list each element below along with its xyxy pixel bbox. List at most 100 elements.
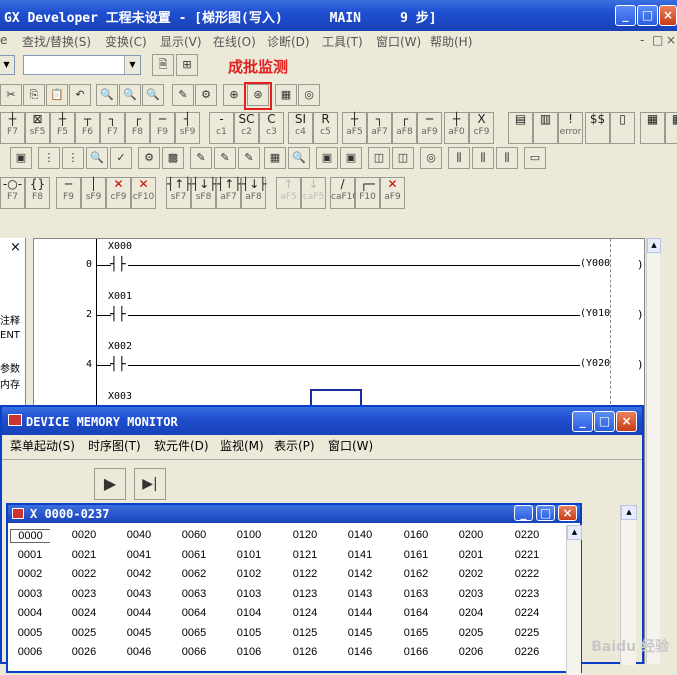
hline-button[interactable]: ─ F9 xyxy=(56,177,81,209)
device-cell[interactable]: 0106 xyxy=(229,646,269,658)
device-cell[interactable]: 0226 xyxy=(507,646,547,658)
device-cell[interactable]: 0060 xyxy=(174,529,214,541)
find-device-icon[interactable]: 🔍 xyxy=(96,84,118,106)
fkey-button[interactable]: ┬ F6 xyxy=(75,112,100,144)
device-cell[interactable]: 0126 xyxy=(285,646,325,658)
menu-display[interactable]: 表示(P) xyxy=(274,437,315,454)
menu-start[interactable]: 菜单起动(S) xyxy=(10,437,75,454)
grid2-icon[interactable]: ▦ xyxy=(665,112,677,144)
check-icon[interactable]: ✓ xyxy=(110,147,132,169)
fkey-button[interactable]: ┼ F5 xyxy=(50,112,75,144)
device-cell[interactable]: 0065 xyxy=(174,627,214,639)
menu-online[interactable]: 在线(O) xyxy=(213,33,256,50)
menu-window[interactable]: 窗口(W) xyxy=(328,437,373,454)
device-cell[interactable]: 0224 xyxy=(507,607,547,619)
fkey-button[interactable]: ┌ F8 xyxy=(125,112,150,144)
device-cell[interactable]: 0145 xyxy=(340,627,380,639)
invert-button[interactable]: / caF10 xyxy=(330,177,358,209)
device-cell[interactable]: 0046 xyxy=(119,646,159,658)
monitor-icon[interactable]: ◎ xyxy=(420,147,442,169)
statement-icon[interactable]: ▥ xyxy=(533,112,558,144)
entry-monitor-icon[interactable]: ▦ xyxy=(275,84,297,106)
device-cell[interactable]: 0024 xyxy=(64,607,104,619)
device-cell[interactable]: 0001 xyxy=(10,549,50,561)
device-cell[interactable]: 0002 xyxy=(10,568,50,580)
menu-diagnostics[interactable]: 诊断(D) xyxy=(267,33,310,50)
comment-icon[interactable]: ▤ xyxy=(508,112,533,144)
grid-icon[interactable]: ▦ xyxy=(640,112,665,144)
device-cell[interactable]: 0005 xyxy=(10,627,50,639)
monitor-mode-icon[interactable]: ⊕ xyxy=(223,84,245,106)
bit-icon[interactable]: ⫼ xyxy=(448,147,470,169)
device-cell[interactable]: 0063 xyxy=(174,588,214,600)
screen-icon[interactable]: ▭ xyxy=(524,147,546,169)
edit2-icon[interactable]: ✎ xyxy=(214,147,236,169)
device-cell[interactable]: 0066 xyxy=(174,646,214,658)
device-cell[interactable]: 0201 xyxy=(451,549,491,561)
ladder-view-icon[interactable]: ⋮ xyxy=(38,147,60,169)
window-icon[interactable]: ◫ xyxy=(368,147,390,169)
contact-symbol[interactable]: ┤├ xyxy=(110,307,126,322)
coil-label[interactable]: (Y020 xyxy=(580,358,610,369)
fkey-button[interactable]: SI c4 xyxy=(288,112,313,144)
fkey-button[interactable]: ─ F9 xyxy=(150,112,175,144)
edit-icon[interactable]: ✎ xyxy=(190,147,212,169)
device-cell[interactable]: 0204 xyxy=(451,607,491,619)
bit2-icon[interactable]: ⫼ xyxy=(472,147,494,169)
tool2-icon[interactable]: ▣ xyxy=(340,147,362,169)
fkey-button[interactable]: ─ aF9 xyxy=(417,112,442,144)
plc-icon[interactable]: ▣ xyxy=(10,147,32,169)
device-cell[interactable]: 0144 xyxy=(340,607,380,619)
device-cell[interactable]: 0003 xyxy=(10,588,50,600)
minimize-button[interactable]: _ xyxy=(615,5,636,26)
device-cell[interactable]: 0123 xyxy=(285,588,325,600)
list-view-icon[interactable]: ⋮ xyxy=(62,147,84,169)
device-cell[interactable]: 0146 xyxy=(340,646,380,658)
device-cell[interactable]: 0162 xyxy=(396,568,436,580)
close-button[interactable]: × xyxy=(558,505,577,521)
device-cell[interactable]: 0121 xyxy=(285,549,325,561)
device-cell[interactable]: 0102 xyxy=(229,568,269,580)
device-cell[interactable]: 0006 xyxy=(10,646,50,658)
device-cell[interactable]: 0166 xyxy=(396,646,436,658)
device-cell[interactable]: 0143 xyxy=(340,588,380,600)
device-cell[interactable]: 0042 xyxy=(119,568,159,580)
mdi-restore[interactable]: □ xyxy=(652,33,663,47)
device-cell[interactable]: 0141 xyxy=(340,549,380,561)
find-instruction-icon[interactable]: 🔍 xyxy=(119,84,141,106)
menu-cut[interactable]: e xyxy=(0,33,7,47)
device-cell[interactable]: 0165 xyxy=(396,627,436,639)
device-cell[interactable]: 0223 xyxy=(507,588,547,600)
device-cell[interactable]: 0025 xyxy=(64,627,104,639)
coil-button[interactable]: -○- F7 xyxy=(0,177,25,209)
fkey-button[interactable]: ┼ F7 xyxy=(0,112,25,144)
grid-icon[interactable]: ▩ xyxy=(162,147,184,169)
program-tree-icon[interactable]: ⊞ xyxy=(176,54,198,76)
device-cell[interactable]: 0062 xyxy=(174,568,214,580)
device-cell[interactable]: 0100 xyxy=(229,529,269,541)
maximize-button[interactable]: □ xyxy=(536,505,555,521)
device-cell[interactable]: 0120 xyxy=(285,529,325,541)
menu-timing-chart[interactable]: 时序图(T) xyxy=(88,437,141,454)
step-icon[interactable]: ▯ xyxy=(610,112,635,144)
fkey-button[interactable]: ┐ aF7 xyxy=(367,112,392,144)
device-cell[interactable]: 0064 xyxy=(174,607,214,619)
del-hline-button[interactable]: ✕ cF9 xyxy=(106,177,131,209)
device-cell[interactable]: 0045 xyxy=(119,627,159,639)
device-cell[interactable]: 0043 xyxy=(119,588,159,600)
table-icon[interactable]: ▦ xyxy=(264,147,286,169)
device-cell[interactable]: 0225 xyxy=(507,627,547,639)
fkey-button[interactable]: XcF9 xyxy=(469,112,494,144)
rising-or-button[interactable]: ┤↑├ aF7 xyxy=(216,177,242,209)
device-cell[interactable]: 0041 xyxy=(119,549,159,561)
mdi-minimize[interactable]: - xyxy=(640,33,644,47)
device-cell[interactable]: 0020 xyxy=(64,529,104,541)
edit3-icon[interactable]: ✎ xyxy=(238,147,260,169)
zoom-icon[interactable]: 🔍 xyxy=(288,147,310,169)
device-cell[interactable]: 0206 xyxy=(451,646,491,658)
fkey-button[interactable]: - c1 xyxy=(209,112,234,144)
fkey-button[interactable]: ┼ aF0 xyxy=(444,112,469,144)
maximize-button[interactable]: □ xyxy=(594,411,615,432)
contact-symbol[interactable]: ┤├ xyxy=(110,357,126,372)
cut-icon[interactable]: ✂ xyxy=(0,84,22,106)
